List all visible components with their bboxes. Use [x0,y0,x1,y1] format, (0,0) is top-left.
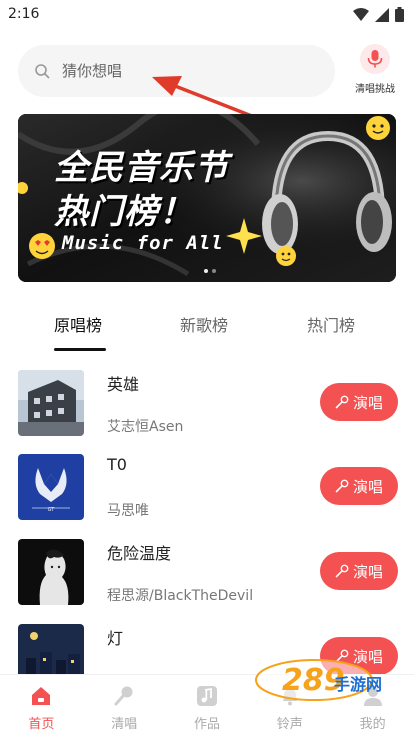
bottom-navigation: 首页 清唱 作品 铃声 我的 [0,674,414,736]
microphone-icon [335,479,349,493]
song-title: 灯 [107,629,124,648]
microphone-icon [360,44,390,74]
nav-label: 清唱 [111,717,138,732]
microphone-icon [335,395,349,409]
search-bar[interactable] [18,45,335,97]
search-icon [35,64,50,79]
nav-label: 铃声 [276,717,303,732]
sing-button-label: 演唱 [352,393,383,412]
tab-original-chart[interactable]: 原唱榜 [54,312,102,336]
banner-title-line2: 热门榜！ [54,192,194,232]
tab-new-songs-chart[interactable]: 新歌榜 [180,312,228,336]
banner-title-line1: 全民音乐节 [54,148,229,188]
active-tab-indicator [54,348,106,351]
list-item[interactable]: 英雄 艾志恒Asen 演唱 [18,370,398,438]
microphone-icon [114,686,133,706]
album-cover: GT [18,454,84,520]
status-bar: 2:16 [0,0,414,30]
song-title: T0 [107,455,127,474]
list-item[interactable]: 危险温度 程思源/BlackTheDevil 演唱 [18,539,398,607]
tab-hot-chart[interactable]: 热门榜 [307,312,355,336]
status-icons [353,7,404,22]
nav-label: 首页 [28,717,55,732]
search-input[interactable] [62,62,302,80]
song-artist: 程思源/BlackTheDevil [107,588,254,604]
microphone-icon [335,564,349,578]
sing-button[interactable]: 演唱 [320,383,398,421]
home-icon [32,687,51,705]
nav-profile[interactable]: 我的 [331,675,414,736]
sing-button-label: 演唱 [352,477,383,496]
sing-button[interactable]: 演唱 [320,637,398,675]
song-title: 危险温度 [107,544,172,563]
status-time: 2:16 [8,6,40,22]
nav-label: 我的 [359,717,386,732]
album-cover [18,370,84,436]
nav-a-cappella[interactable]: 清唱 [83,675,166,736]
sing-button-label: 演唱 [352,562,383,581]
bell-icon [282,689,297,706]
song-title: 英雄 [107,375,140,394]
svg-text:GT: GT [48,507,56,513]
chart-tabs: 原唱榜 新歌榜 热门榜 [0,312,414,352]
battery-icon [395,7,404,22]
nav-works[interactable]: 作品 [166,675,249,736]
nav-label: 作品 [193,717,220,732]
nav-home[interactable]: 首页 [0,675,83,736]
banner-page-indicator [204,269,216,273]
challenge-label: 清唱挑战 [355,84,395,95]
microphone-icon [335,649,349,663]
nav-ringtones[interactable]: 铃声 [248,675,331,736]
song-artist: 艾志恒Asen [107,419,184,435]
banner-dot-active [204,269,208,273]
banner-subtitle: Music for All [62,232,224,254]
banner-dot [212,269,216,273]
a-cappella-challenge-button[interactable]: 清唱挑战 [350,44,400,95]
sing-button[interactable]: 演唱 [320,552,398,590]
promo-banner[interactable]: 全民音乐节 热门榜！ Music for All [18,114,396,282]
song-artist: 马思唯 [107,503,149,519]
signal-icon [375,7,389,22]
list-item[interactable]: GT T0 马思唯 演唱 [18,454,398,522]
sing-button-label: 演唱 [352,647,383,666]
wifi-icon [353,7,369,21]
sing-button[interactable]: 演唱 [320,467,398,505]
album-cover [18,539,84,605]
music-note-icon [196,686,217,706]
profile-icon [363,687,382,706]
